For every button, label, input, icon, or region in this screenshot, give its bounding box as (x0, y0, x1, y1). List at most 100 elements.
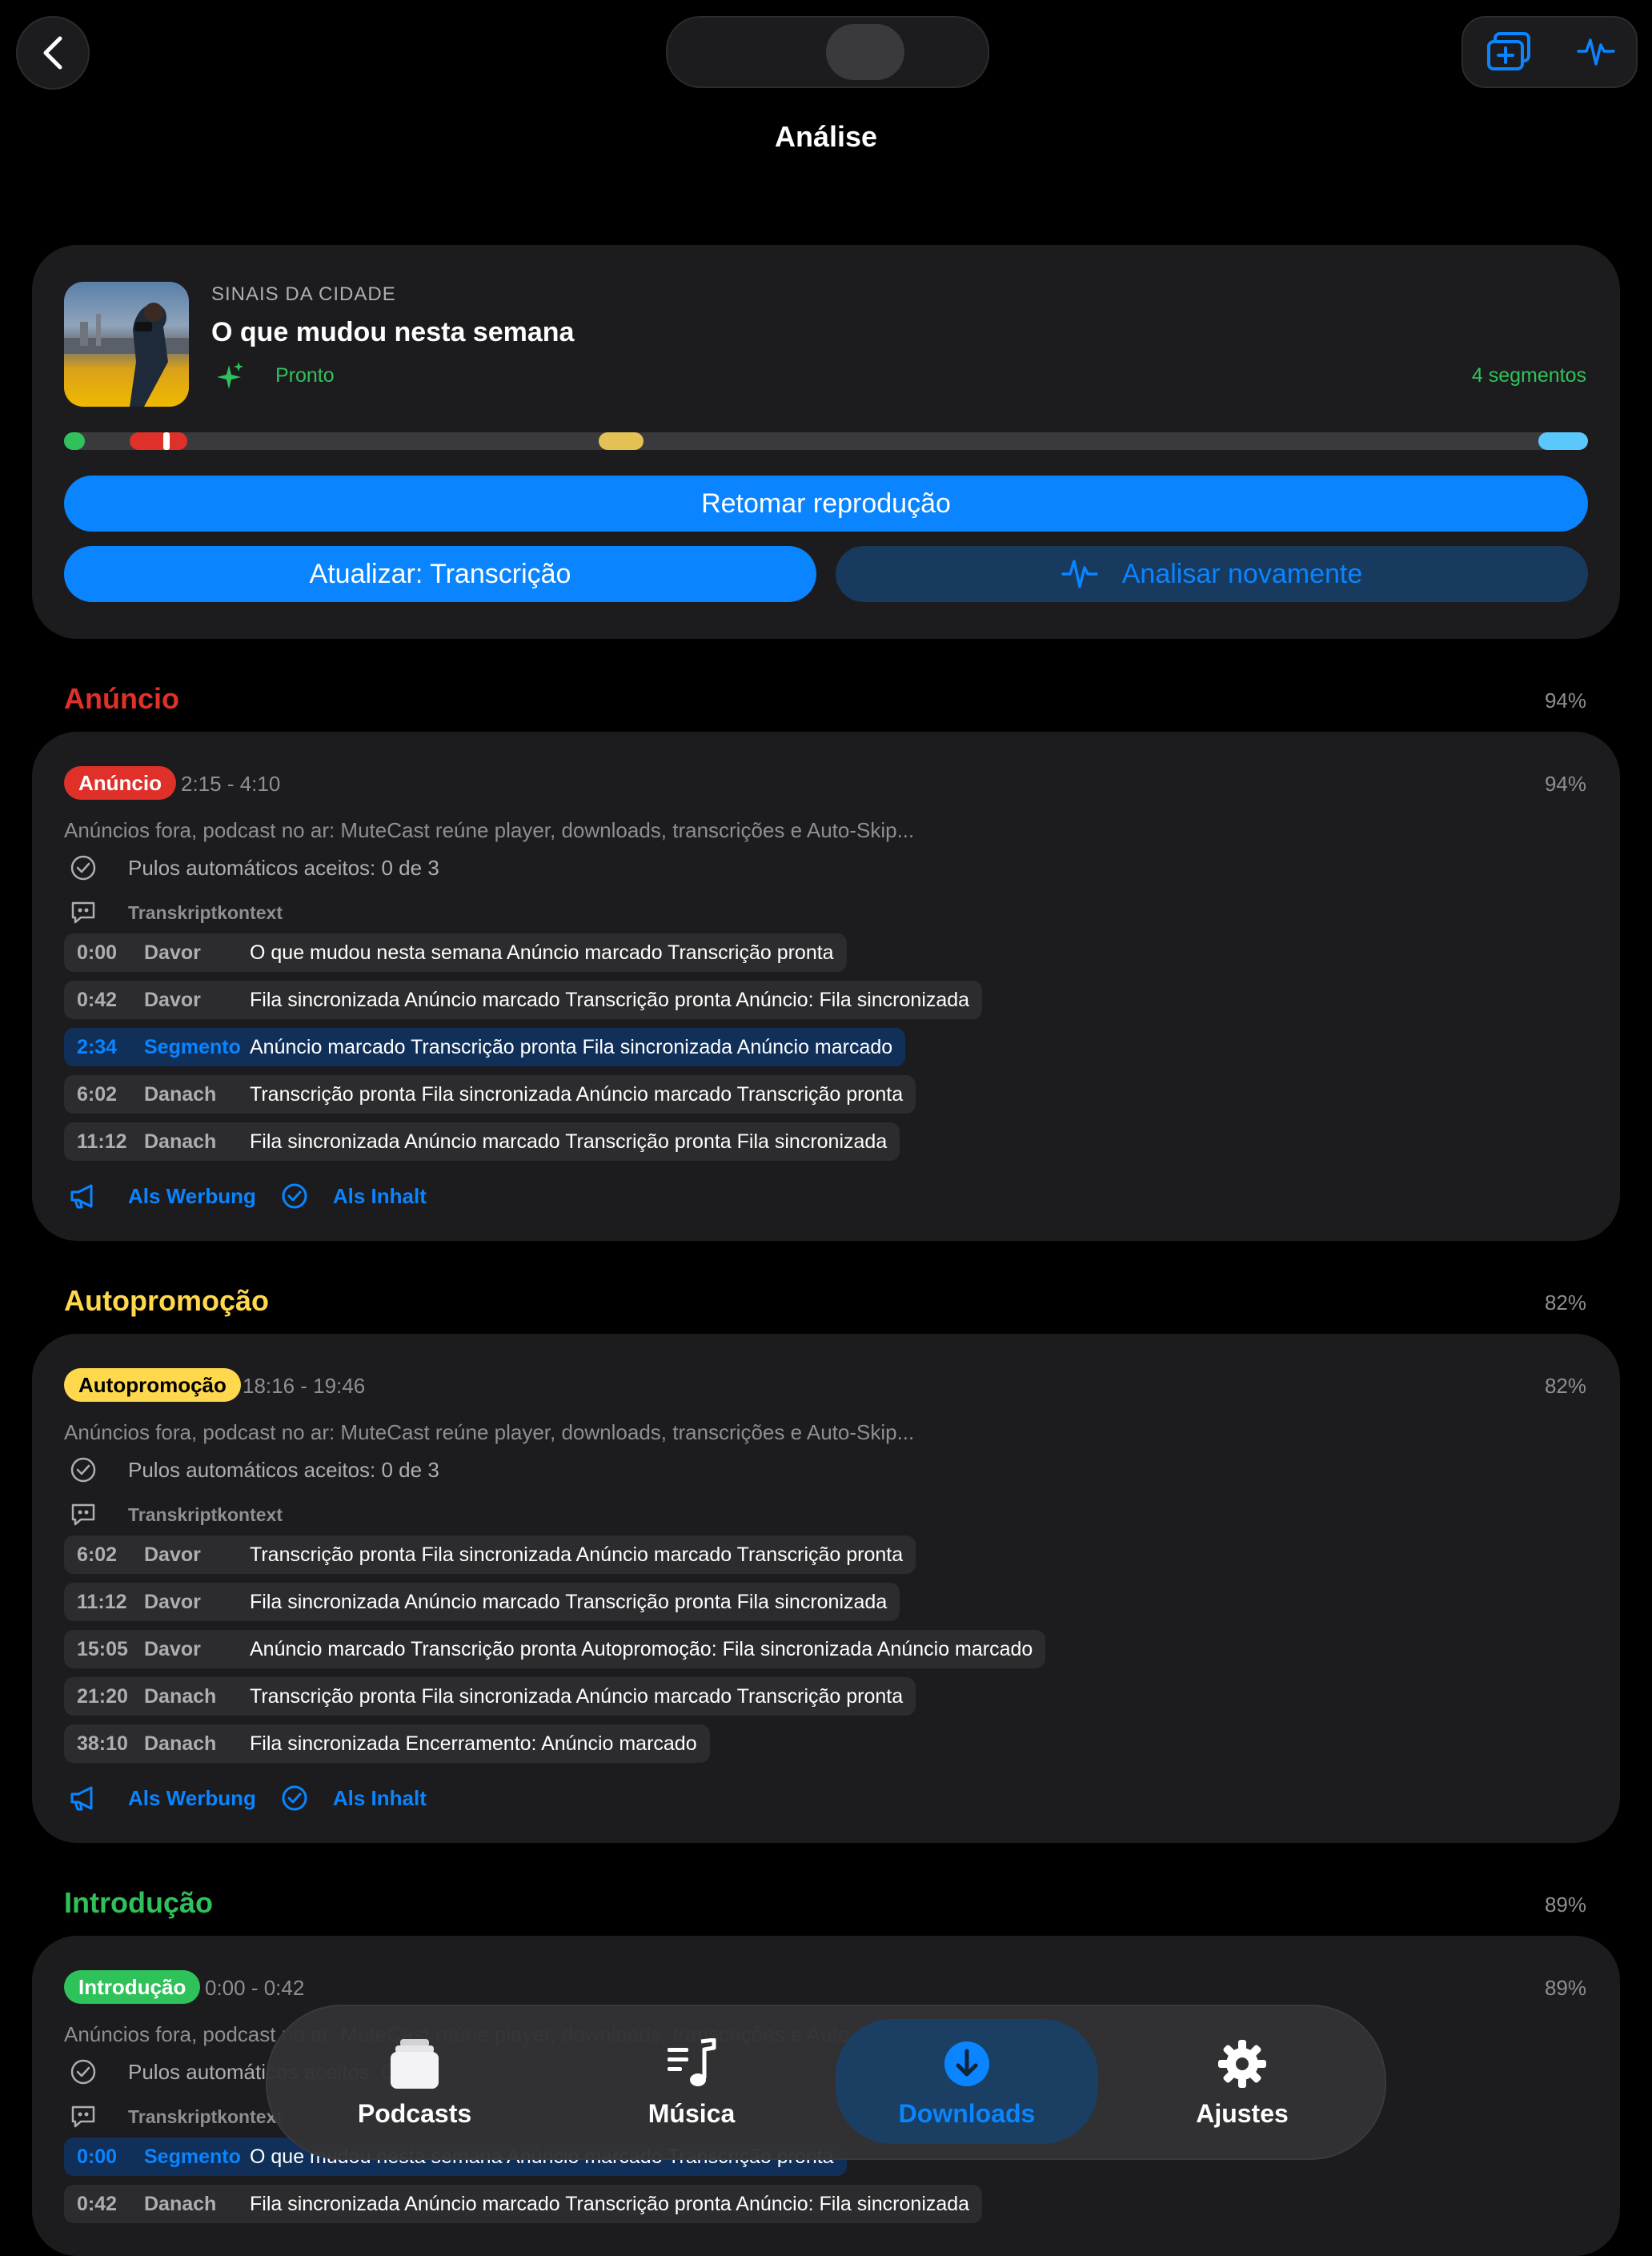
transcript-time: 6:02 (77, 1543, 118, 1566)
reanalyze-button[interactable]: Analisar novamente (836, 546, 1588, 602)
add-to-queue-button[interactable] (1486, 30, 1532, 76)
transcript-time: 38:10 (77, 1732, 128, 1755)
transcript-time: 0:42 (77, 988, 118, 1011)
update-transcription-button[interactable]: Atualizar: Transcrição (64, 546, 816, 602)
toolbar-group (1462, 16, 1638, 88)
segment-description: Anúncios fora, podcast no ar: MuteCast r… (64, 1420, 915, 1444)
transcript-position: Davor (144, 1637, 201, 1660)
section-confidence: 94% (1544, 688, 1586, 713)
auto-skip-accepted: Pulos automáticos aceitos: 0 de 3 (64, 852, 439, 884)
segment-timeline[interactable] (64, 432, 1588, 450)
podcast-artwork (64, 282, 189, 407)
mark-as-ad-button[interactable]: Als Werbung (128, 1184, 256, 1209)
chevron-left-icon (43, 36, 62, 70)
auto-skip-accepted: Pulos automáticos aceitos: 0 de 3 (64, 1454, 439, 1486)
mark-as-content-button[interactable]: Als Inhalt (333, 1184, 427, 1209)
transcript-time: 21:20 (77, 1684, 128, 1708)
tab-settings[interactable]: Ajustes (1111, 2019, 1373, 2144)
transcript-time: 6:02 (77, 1082, 118, 1106)
timeline-segment-ad[interactable] (130, 432, 187, 450)
transcript-time: 0:00 (77, 2145, 118, 2168)
timeline-segment-intro[interactable] (64, 432, 85, 450)
megaphone-icon[interactable] (64, 1782, 102, 1814)
transcript-row[interactable]: 0:42 Danach Fila sincronizada Anúncio marc… (64, 2185, 983, 2223)
tab-music[interactable]: Música (560, 2019, 823, 2144)
drag-handle-knob[interactable] (826, 24, 904, 80)
transcript-position: Danach (144, 1684, 217, 1708)
transcript-row[interactable]: 21:20 Danach Transcrição pronta Fila sincr… (64, 1677, 916, 1716)
transcript-text: Transcrição pronta Fila sincronizada Anú… (250, 1543, 904, 1566)
timeline-segment-outro[interactable] (1538, 432, 1588, 450)
quote-bubble-icon (64, 897, 102, 929)
transcript-time: 2:34 (77, 1035, 118, 1058)
segment-confidence: 94% (1544, 772, 1586, 796)
transcript-position: Segmento (144, 2145, 241, 2168)
segment-description: Anúncios fora, podcast no ar: MuteCast r… (64, 818, 915, 842)
checkmark-circle-icon[interactable] (275, 1180, 314, 1212)
tab-podcasts[interactable]: Podcasts (283, 2019, 546, 2144)
megaphone-icon[interactable] (64, 1180, 102, 1212)
transcript-position: Davor (144, 988, 201, 1011)
transcript-context-header: Transkriptkontext (64, 1499, 283, 1531)
quote-bubble-icon (64, 2101, 102, 2133)
mark-as-content-button[interactable]: Als Inhalt (333, 1786, 427, 1811)
tab-label: Música (648, 2098, 736, 2128)
gear-icon (1217, 2035, 1267, 2093)
transcript-row[interactable]: 0:42 Davor Fila sincronizada Anúncio marca… (64, 981, 983, 1019)
segment-time-range: 2:15 - 4:10 (181, 772, 281, 796)
checkmark-circle-icon[interactable] (275, 1782, 314, 1814)
section-title-promo: Autopromoção (64, 1284, 269, 1317)
timeline-segment-promo[interactable] (599, 432, 644, 450)
transcript-row[interactable]: 11:12 Danach Fila sincronizada Anúncio mar… (64, 1122, 900, 1161)
resume-playback-button[interactable]: Retomar reprodução (64, 476, 1588, 532)
transcript-row[interactable]: 38:10 Danach Fila sincronizada Encerrament… (64, 1724, 710, 1763)
checkmark-circle-icon (64, 2056, 102, 2088)
transcript-text: Fila sincronizada Anúncio marcado Transc… (250, 2192, 970, 2215)
reanalyze-label: Analisar novamente (1121, 558, 1363, 589)
transcript-text: Fila sincronizada Anúncio marcado Transc… (250, 1590, 888, 1613)
transcript-context-label: Transkriptkontext (128, 901, 283, 923)
segment-badge-ad: Anúncio (64, 766, 176, 800)
add-to-queue-icon (1487, 32, 1530, 70)
transcript-text: Transcrição pronta Fila sincronizada Anú… (250, 1082, 904, 1106)
transcript-position: Davor (144, 1590, 201, 1613)
transcript-time: 0:42 (77, 2192, 118, 2215)
waveform-button[interactable] (1577, 34, 1615, 73)
transcript-row[interactable]: 6:02 Danach Transcrição pronta Fila sincro… (64, 1075, 916, 1114)
auto-skip-accepted-label: Pulos automáticos aceitos: 0 de 3 (128, 855, 439, 880)
transcript-text: O que mudou nesta semana Anúncio marcado… (250, 941, 834, 964)
transcript-row[interactable]: 0:00 Davor O que mudou nesta semana Anúnci… (64, 933, 847, 972)
show-name: SINAIS DA CIDADE (211, 283, 396, 305)
checkmark-circle-icon (64, 1454, 102, 1486)
transcript-row[interactable]: 11:12 Davor Fila sincronizada Anúncio marc… (64, 1583, 900, 1621)
transcript-text: Anúncio marcado Transcrição pronta Autop… (250, 1637, 1033, 1660)
transcript-text: Anúncio marcado Transcrição pronta Fila … (250, 1035, 893, 1058)
section-title-intro: Introdução (64, 1886, 213, 1919)
transcript-time: 0:00 (77, 941, 118, 964)
quote-bubble-icon (64, 1499, 102, 1531)
transcript-context-header: Transkriptkontext (64, 2101, 283, 2133)
transcript-row[interactable]: 6:02 Davor Transcrição pronta Fila sincron… (64, 1535, 916, 1574)
page-title: Análise (774, 120, 878, 153)
transcript-row[interactable]: 15:05 Davor Anúncio marcado Transcrição pr… (64, 1630, 1046, 1668)
segment-confidence: 82% (1544, 1374, 1586, 1398)
back-button[interactable] (16, 16, 90, 90)
transcript-position: Danach (144, 1130, 217, 1153)
segment-time-range: 0:00 - 0:42 (205, 1976, 305, 2000)
tab-label: Podcasts (357, 2098, 472, 2128)
sparkles-icon (216, 360, 245, 395)
section-confidence: 82% (1544, 1291, 1586, 1315)
drag-handle-pill[interactable] (666, 16, 989, 88)
transcript-position: Danach (144, 1082, 217, 1106)
mark-as-ad-button[interactable]: Als Werbung (128, 1786, 256, 1811)
section-confidence: 89% (1544, 1893, 1586, 1917)
waveform-icon (1061, 560, 1098, 588)
music-note-icon (666, 2035, 717, 2093)
transcript-text: Fila sincronizada Anúncio marcado Transc… (250, 988, 970, 1011)
playhead[interactable] (163, 432, 170, 450)
transcript-context-label: Transkriptkontext (128, 1503, 283, 1525)
transcript-row-current[interactable]: 2:34 Segmento Anúncio marcado Transcrição … (64, 1028, 906, 1066)
transcript-position: Davor (144, 1543, 201, 1566)
tab-downloads[interactable]: Downloads (836, 2019, 1098, 2144)
stack-icon (389, 2035, 440, 2093)
